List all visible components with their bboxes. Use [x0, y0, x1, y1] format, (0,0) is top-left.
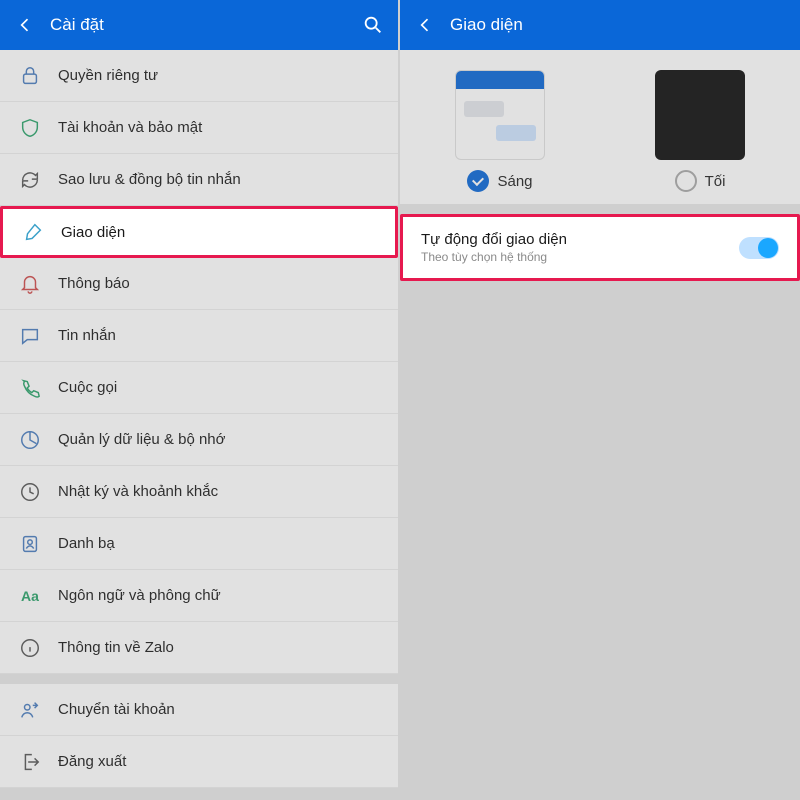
settings-item-account-security[interactable]: Tài khoản và bảo mật [0, 102, 398, 154]
light-label: Sáng [497, 173, 532, 190]
item-label: Cuộc gọi [58, 379, 117, 396]
back-icon[interactable] [414, 14, 436, 36]
item-label: Quyền riêng tư [58, 67, 158, 84]
phone-icon [18, 376, 42, 400]
settings-title: Cài đặt [50, 15, 104, 35]
search-icon[interactable] [362, 14, 384, 36]
back-icon[interactable] [14, 14, 36, 36]
item-label: Nhật ký và khoảnh khắc [58, 483, 218, 500]
radio-unchecked-icon[interactable] [675, 170, 697, 192]
light-preview [455, 70, 545, 160]
item-label: Ngôn ngữ và phông chữ [58, 587, 221, 604]
logout-icon [18, 750, 42, 774]
radio-checked-icon[interactable] [467, 170, 489, 192]
font-icon: Aa [18, 584, 42, 608]
pie-icon [18, 428, 42, 452]
dark-preview [655, 70, 745, 160]
theme-option-dark[interactable]: Tối [610, 70, 790, 192]
settings-item-messages[interactable]: Tin nhắn [0, 310, 398, 362]
item-label: Tin nhắn [58, 327, 116, 344]
lock-icon [18, 64, 42, 88]
settings-list: Quyền riêng tư Tài khoản và bảo mật Sao … [0, 50, 398, 788]
clock-icon [18, 480, 42, 504]
settings-item-language-font[interactable]: Aa Ngôn ngữ và phông chữ [0, 570, 398, 622]
bell-icon [18, 272, 42, 296]
switch-user-icon [18, 698, 42, 722]
settings-item-interface[interactable]: Giao diện [0, 206, 398, 258]
brush-icon [21, 220, 45, 244]
settings-item-about[interactable]: Thông tin về Zalo [0, 622, 398, 674]
chat-icon [18, 324, 42, 348]
settings-item-logout[interactable]: Đăng xuất [0, 736, 398, 788]
item-label: Danh bạ [58, 535, 115, 552]
item-label: Sao lưu & đồng bộ tin nhắn [58, 171, 241, 188]
theme-selector: Sáng Tối [400, 50, 800, 204]
settings-item-backup-sync[interactable]: Sao lưu & đồng bộ tin nhắn [0, 154, 398, 206]
item-label: Đăng xuất [58, 753, 126, 770]
settings-item-contacts[interactable]: Danh bạ [0, 518, 398, 570]
theme-option-light[interactable]: Sáng [410, 70, 590, 192]
item-label: Giao diện [61, 224, 125, 241]
settings-header: Cài đặt [0, 0, 398, 50]
auto-theme-title: Tự động đổi giao diện [421, 231, 567, 248]
item-label: Tài khoản và bảo mật [58, 119, 202, 136]
info-icon [18, 636, 42, 660]
shield-icon [18, 116, 42, 140]
settings-item-diary-moments[interactable]: Nhật ký và khoảnh khắc [0, 466, 398, 518]
interface-pane: Giao diện Sáng Tối [400, 0, 800, 800]
dark-label: Tối [705, 173, 726, 190]
settings-item-calls[interactable]: Cuộc gọi [0, 362, 398, 414]
interface-title: Giao diện [450, 15, 523, 35]
auto-theme-toggle[interactable] [739, 237, 779, 259]
settings-item-notifications[interactable]: Thông báo [0, 258, 398, 310]
item-label: Thông tin về Zalo [58, 639, 174, 656]
item-label: Chuyển tài khoản [58, 701, 175, 718]
item-label: Quản lý dữ liệu & bộ nhớ [58, 431, 225, 448]
settings-pane: Cài đặt Quyền riêng tư Tài khoản và bảo … [0, 0, 400, 800]
auto-theme-subtitle: Theo tùy chọn hệ thống [421, 250, 567, 264]
item-label: Thông báo [58, 275, 130, 292]
settings-item-switch-account[interactable]: Chuyển tài khoản [0, 684, 398, 736]
settings-item-data-storage[interactable]: Quản lý dữ liệu & bộ nhớ [0, 414, 398, 466]
interface-header: Giao diện [400, 0, 800, 50]
auto-theme-row[interactable]: Tự động đổi giao diện Theo tùy chọn hệ t… [400, 214, 800, 281]
sync-icon [18, 168, 42, 192]
contacts-icon [18, 532, 42, 556]
settings-item-privacy[interactable]: Quyền riêng tư [0, 50, 398, 102]
